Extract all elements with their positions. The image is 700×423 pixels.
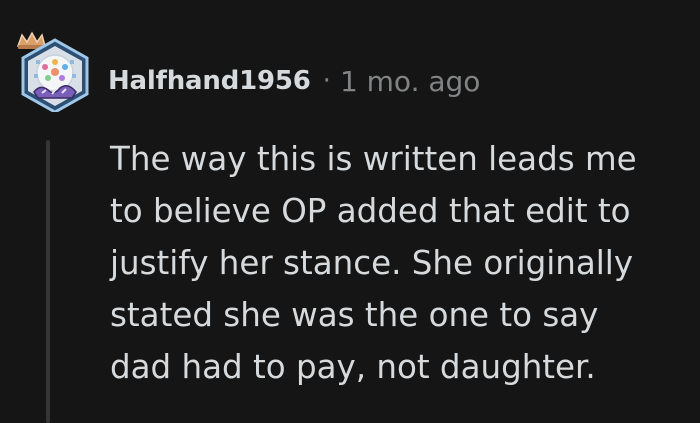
comment-body-line: justify her stance. She originally xyxy=(110,244,634,282)
meta-separator: · xyxy=(322,66,331,96)
comment-body: The way this is written leads me to beli… xyxy=(110,133,690,393)
comment-body-line: stated she was the one to say xyxy=(110,296,599,334)
hexagon-avatar-icon xyxy=(16,31,89,112)
comment-header: Halfhand1956 · 1 mo. ago xyxy=(108,61,480,101)
user-avatar[interactable] xyxy=(12,30,94,112)
username-link[interactable]: Halfhand1956 xyxy=(108,66,311,96)
timestamp[interactable]: 1 mo. ago xyxy=(340,65,481,98)
comment: Halfhand1956 · 1 mo. ago The way this is… xyxy=(0,0,700,423)
comment-body-line: to believe OP added that edit to xyxy=(110,192,631,230)
comment-body-line: The way this is written leads me xyxy=(110,140,637,178)
comment-body-line: dad had to pay, not daughter. xyxy=(110,348,596,386)
thread-collapse-line[interactable] xyxy=(46,140,50,423)
